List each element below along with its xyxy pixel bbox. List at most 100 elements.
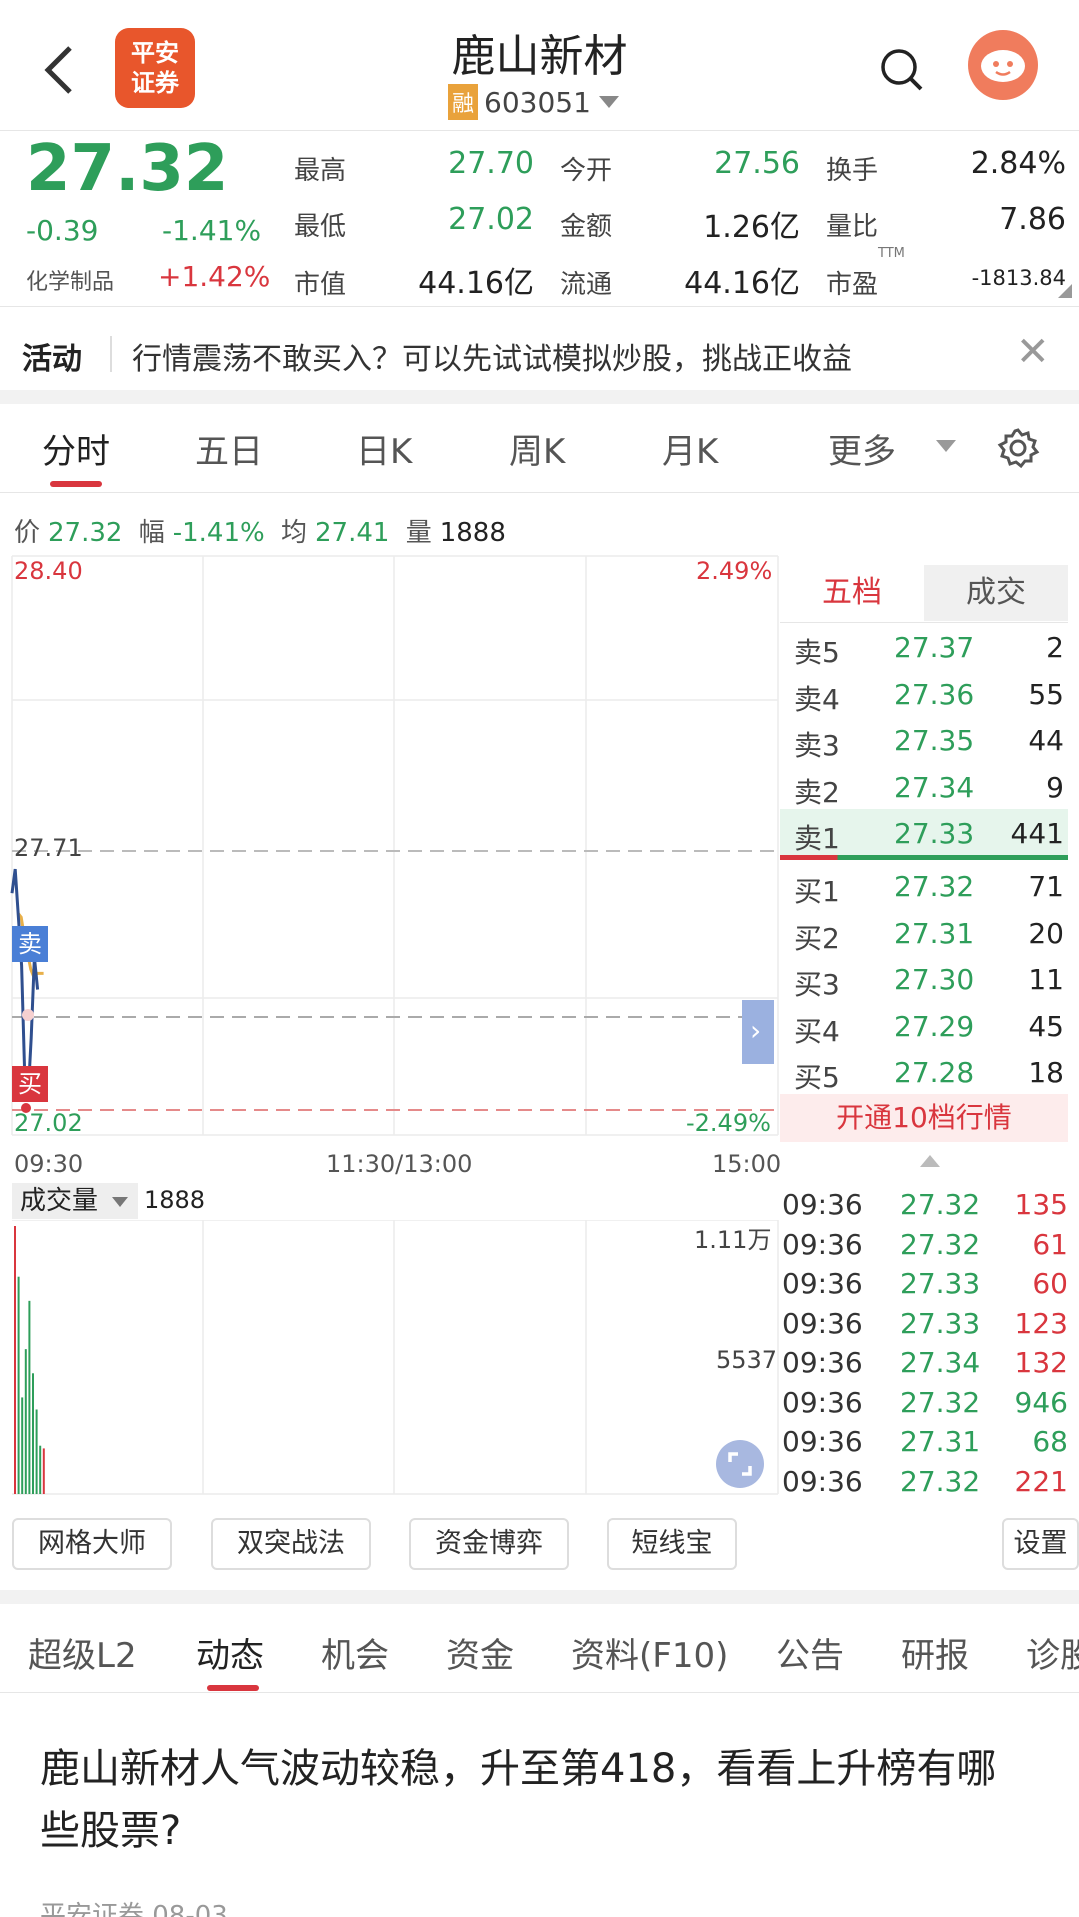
bid-ask-ratio-bar — [780, 855, 1068, 860]
bid-price: 27.31 — [894, 916, 975, 950]
btab-active-underline — [207, 1685, 259, 1691]
info-vol: 1888 — [439, 518, 506, 548]
chart-info-line: 价 27.32 幅 -1.41% 均 27.41 量 1888 — [14, 512, 514, 549]
tick-time: 09:36 — [782, 1227, 863, 1261]
stat-volume-ratio-label: 量比 — [826, 212, 879, 242]
assistant-avatar-icon[interactable] — [968, 30, 1038, 100]
ask-volume: 9 — [1046, 770, 1064, 804]
tab-five-day[interactable]: 五日 — [195, 424, 263, 473]
info-avg-label: 均 — [280, 518, 307, 548]
sector-change-pct: +1.42% — [158, 260, 271, 293]
tick-price: 27.34 — [900, 1346, 981, 1379]
tick-volume: 61 — [1032, 1227, 1068, 1261]
buy-marker[interactable]: 买 — [12, 1066, 48, 1102]
price-line — [10, 868, 40, 1099]
bid-price: 27.32 — [894, 870, 975, 903]
orderbook-tab-five[interactable]: 五档 — [780, 565, 924, 621]
scroll-up-icon[interactable] — [920, 1155, 940, 1167]
ask-volume: 2 — [1046, 631, 1064, 664]
grid-master-button[interactable]: 网格大师 — [12, 1518, 172, 1570]
bid-row[interactable]: 买1 27.32 71 — [780, 862, 1068, 908]
stat-open-value: 27.56 — [714, 146, 800, 181]
volume-selector[interactable]: 成交量 — [12, 1183, 138, 1219]
ask-row[interactable]: 卖3 27.35 44 — [780, 716, 1068, 762]
volume-bar — [35, 1409, 38, 1494]
volume-chart — [12, 1220, 779, 1495]
btab-super-l2[interactable]: 超级L2 — [28, 1628, 137, 1677]
btab-news-feed[interactable]: 动态 — [196, 1628, 264, 1677]
fund-game-button[interactable]: 资金博弈 — [409, 1518, 569, 1570]
tab-daily-k[interactable]: 日K — [356, 424, 412, 473]
ask-row[interactable]: 卖2 27.34 9 — [780, 763, 1068, 809]
news-headline[interactable]: 鹿山新材人气波动较稳，升至第418，看看上升榜有哪些股票? — [40, 1738, 1000, 1862]
ask-price: 27.34 — [894, 770, 975, 804]
ask-level-label: 卖5 — [794, 636, 840, 669]
tab-intraday[interactable]: 分时 — [42, 424, 110, 473]
tab-weekly-k[interactable]: 周K — [509, 424, 565, 473]
btabs-divider — [0, 1692, 1079, 1693]
more-chevron-down-icon[interactable] — [936, 440, 956, 452]
stat-low-label: 最低 — [294, 212, 347, 242]
btab-funds[interactable]: 资金 — [446, 1628, 514, 1677]
bid-row[interactable]: 买2 27.31 20 — [780, 909, 1068, 955]
tick-price: 27.32 — [900, 1227, 981, 1261]
ask-volume: 55 — [1028, 677, 1064, 711]
btab-diagnosis[interactable]: 诊股 — [1026, 1628, 1079, 1672]
tick-volume: 123 — [1014, 1306, 1068, 1340]
fullscreen-icon[interactable] — [716, 1440, 764, 1488]
ask-level-label: 卖3 — [794, 729, 840, 762]
trade-tick-row: 09:36 27.33 60 — [782, 1265, 1072, 1303]
ask-volume: 441 — [1010, 817, 1064, 850]
stat-turnover-label: 换手 — [826, 156, 879, 186]
bid-level-label: 买3 — [794, 968, 840, 1001]
btab-research[interactable]: 研报 — [901, 1628, 969, 1677]
ask-level-label: 卖1 — [794, 822, 840, 855]
sector-name[interactable]: 化学制品 — [26, 264, 114, 296]
trade-tick-row: 09:36 27.34 132 — [782, 1344, 1072, 1382]
stat-amount-value: 1.26亿 — [703, 210, 800, 245]
tab-monthly-k[interactable]: 月K — [662, 424, 718, 473]
gear-icon[interactable] — [996, 426, 1040, 470]
bid-level-label: 买5 — [794, 1061, 840, 1094]
tick-price: 27.33 — [900, 1267, 981, 1300]
tab-more[interactable]: 更多 — [828, 424, 896, 473]
short-line-button[interactable]: 短线宝 — [607, 1518, 737, 1570]
ask-price: 27.35 — [894, 724, 975, 757]
btab-announcements[interactable]: 公告 — [776, 1628, 844, 1677]
bid-row[interactable]: 买3 27.30 11 — [780, 955, 1068, 1001]
bid-row[interactable]: 买4 27.29 45 — [780, 1002, 1068, 1048]
orderbook-tab-trades[interactable]: 成交 — [924, 565, 1068, 621]
trade-tick-row: 09:36 27.33 123 — [782, 1305, 1072, 1343]
double-breakout-button[interactable]: 双突战法 — [211, 1518, 371, 1570]
btab-profile-f10[interactable]: 资料(F10) — [571, 1628, 728, 1677]
tick-price: 27.31 — [900, 1425, 981, 1458]
bid-price: 27.28 — [894, 1056, 975, 1089]
btab-opportunity[interactable]: 机会 — [321, 1628, 389, 1677]
tick-time: 09:36 — [782, 1464, 863, 1498]
volume-bar — [21, 1397, 24, 1494]
info-price-label: 价 — [14, 518, 41, 548]
search-icon[interactable] — [880, 48, 924, 92]
close-icon[interactable]: ✕ — [1016, 332, 1050, 372]
ask-row[interactable]: 卖4 27.36 55 — [780, 670, 1068, 716]
stock-code-selector[interactable]: 融 603051 — [448, 84, 619, 120]
settings-button[interactable]: 设置 — [1002, 1518, 1079, 1570]
ask-row[interactable]: 卖5 27.37 2 — [780, 623, 1068, 669]
volume-bar — [42, 1448, 45, 1494]
expand-corner-icon[interactable] — [1058, 284, 1072, 298]
sell-marker[interactable]: 卖 — [12, 926, 48, 962]
bid-row[interactable]: 买5 27.28 18 — [780, 1048, 1068, 1094]
activity-text: 行情震荡不敢买入？可以先试试模拟炒股，挑战正收益 — [132, 342, 852, 377]
volume-bar — [28, 1300, 31, 1494]
chevron-right-icon: › — [750, 1014, 761, 1047]
ask-row[interactable]: 卖1 27.33 441 — [780, 809, 1068, 855]
trade-tick-row: 09:36 27.32 135 — [782, 1186, 1072, 1224]
tick-volume: 60 — [1032, 1267, 1068, 1300]
y-bottom-label: 27.02 — [14, 1109, 83, 1137]
open-10-level-button[interactable]: 开通10档行情 — [780, 1094, 1068, 1142]
intraday-price-chart[interactable]: › — [0, 550, 780, 1140]
trade-tick-row: 09:36 27.31 68 — [782, 1423, 1072, 1461]
bid-volume: 11 — [1028, 963, 1064, 996]
chart-grid — [11, 555, 779, 1136]
ask-price: 27.33 — [894, 817, 975, 850]
